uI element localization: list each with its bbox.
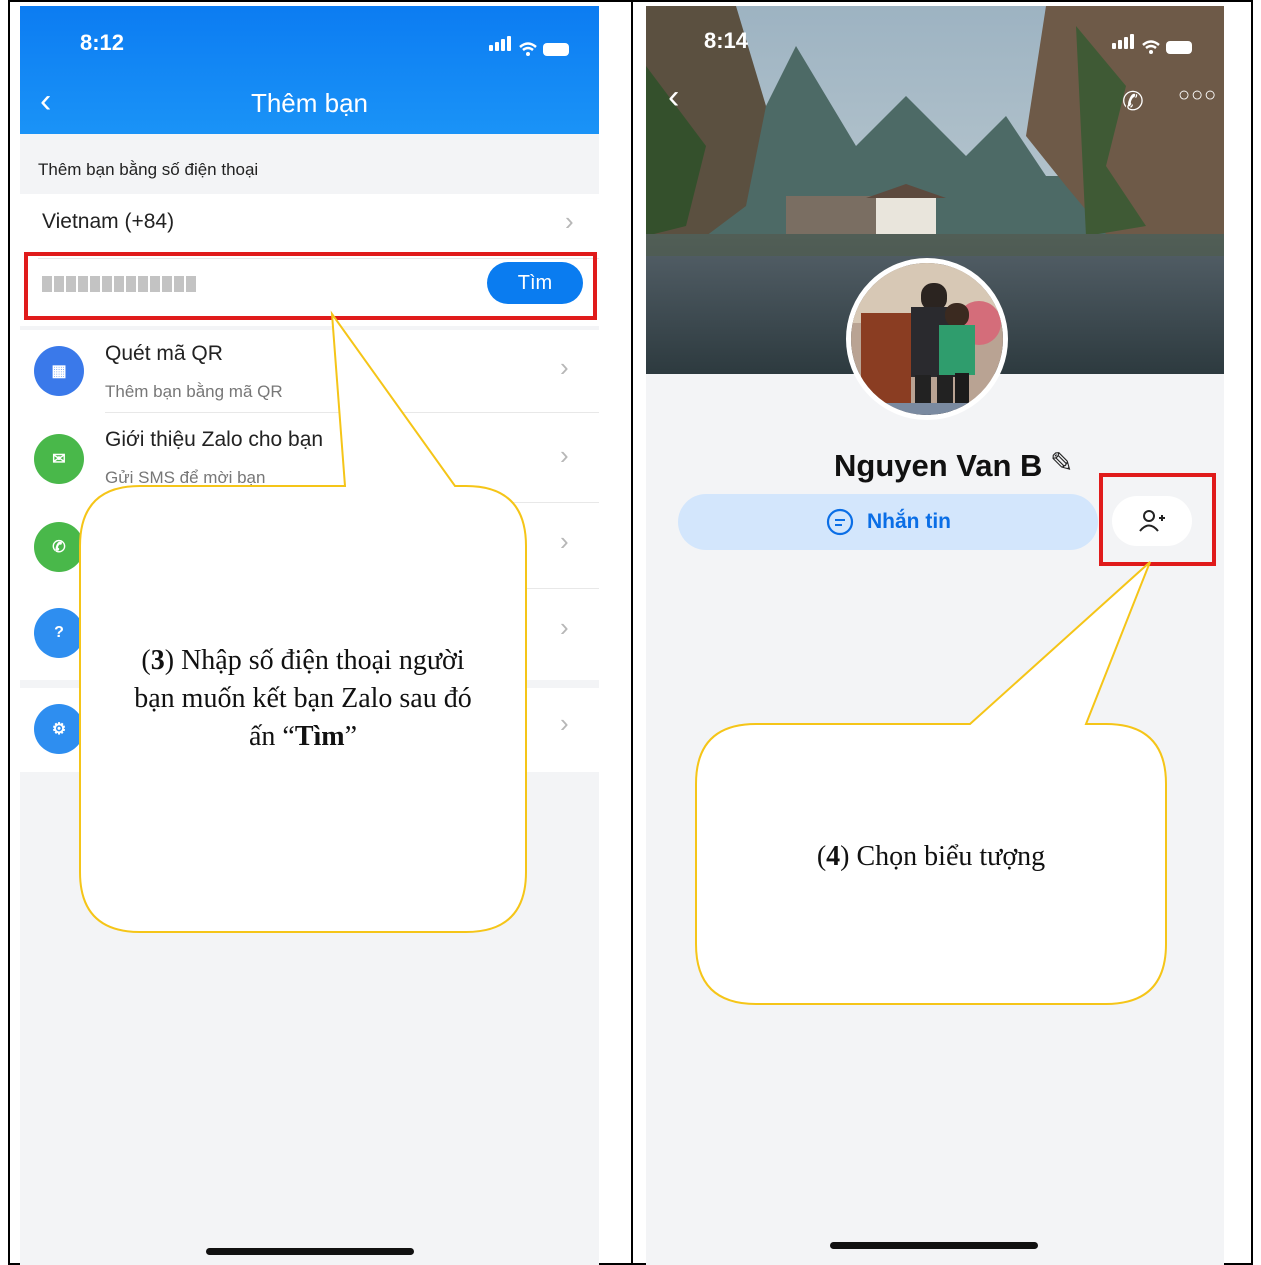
status-time: 8:12 bbox=[80, 30, 125, 55]
message-button[interactable]: Nhắn tin bbox=[678, 494, 1098, 550]
header-bar: 8:12 ‹ Thêm bạn bbox=[20, 6, 599, 134]
chevron-right-icon: › bbox=[560, 352, 569, 382]
phone-icon: ✆ bbox=[34, 522, 84, 572]
list-item-title[interactable]: Giới thiệu Zalo cho bạn bbox=[105, 428, 323, 452]
back-icon[interactable]: ‹ bbox=[668, 78, 679, 117]
country-selector[interactable]: Vietnam (+84) bbox=[42, 210, 174, 234]
battery-icon bbox=[1166, 41, 1192, 54]
callout-text-left: (3) Nhập số điện thoại người bạn muốn kế… bbox=[134, 645, 472, 752]
edit-icon[interactable]: ✎ bbox=[1050, 446, 1073, 479]
signal-icon bbox=[1112, 34, 1136, 54]
callout-number: 3 bbox=[150, 645, 165, 676]
chevron-right-icon: › bbox=[560, 440, 569, 470]
wifi-icon bbox=[1142, 40, 1160, 54]
callout-text-right: (4) Chọn biểu tượng bbox=[816, 841, 1046, 872]
qr-icon: ▦ bbox=[34, 346, 84, 396]
more-icon[interactable]: ○○○ bbox=[1178, 84, 1217, 107]
phone-input-highlight bbox=[24, 252, 597, 320]
list-item-subtitle: Thêm bạn bằng mã QR bbox=[105, 382, 283, 401]
home-indicator bbox=[830, 1242, 1038, 1249]
left-screenshot: 8:12 ‹ Thêm bạn Thêm bạn bằng số điện th… bbox=[20, 6, 599, 1265]
battery-icon bbox=[543, 43, 569, 56]
list-item-subtitle: Gửi SMS để mời bạn bbox=[105, 468, 266, 487]
status-icons bbox=[489, 36, 569, 56]
chat-icon bbox=[826, 508, 854, 536]
wifi-icon bbox=[519, 42, 537, 56]
divider bbox=[105, 588, 599, 589]
right-screenshot: 8:14 ‹ ✆ ○○○ Nguyen Van B ✎ Nhắn tin bbox=[646, 6, 1224, 1265]
contact-settings-icon: ⚙ bbox=[34, 704, 84, 754]
chevron-right-icon: › bbox=[560, 612, 569, 642]
divider bbox=[105, 502, 599, 503]
chevron-right-icon: › bbox=[560, 708, 569, 738]
page-title: Thêm bạn bbox=[250, 88, 369, 118]
callout-body: ) Chọn biểu tượng bbox=[840, 841, 1046, 872]
callout-number: 4 bbox=[826, 841, 841, 872]
callout-bold: Tìm bbox=[294, 721, 345, 752]
profile-name: Nguyen Van B bbox=[834, 448, 1043, 483]
divider bbox=[105, 412, 599, 413]
section-label: Thêm bạn bằng số điện thoại bbox=[38, 160, 259, 179]
contact-question-icon: ? bbox=[34, 608, 84, 658]
home-indicator bbox=[206, 1248, 414, 1255]
list-item-title[interactable]: Quét mã QR bbox=[105, 342, 223, 366]
status-time: 8:14 bbox=[704, 28, 749, 53]
signal-icon bbox=[489, 36, 513, 56]
avatar[interactable] bbox=[846, 258, 1008, 420]
chevron-right-icon: › bbox=[565, 206, 574, 236]
options-card: ▦ Quét mã QR Thêm bạn bằng mã QR › ✉ Giớ… bbox=[20, 330, 599, 680]
call-icon[interactable]: ✆ bbox=[1122, 86, 1144, 117]
sms-icon: ✉ bbox=[34, 434, 84, 484]
message-label: Nhắn tin bbox=[867, 510, 951, 533]
chevron-right-icon: › bbox=[560, 526, 569, 556]
add-friend-highlight bbox=[1099, 473, 1216, 566]
callout-end: ” bbox=[344, 721, 358, 752]
status-icons bbox=[1112, 34, 1192, 54]
